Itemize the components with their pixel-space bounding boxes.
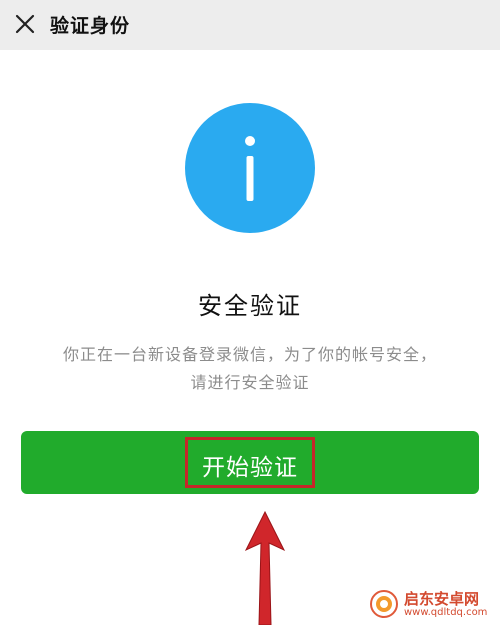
close-icon (15, 14, 35, 34)
description-line-1: 你正在一台新设备登录微信，为了你的帐号安全， (62, 345, 437, 364)
annotation-arrow-icon (244, 510, 286, 625)
watermark: 启东安卓网 www.qdltdq.com (366, 586, 500, 622)
watermark-name: 启东安卓网 (404, 590, 480, 608)
close-button[interactable] (10, 9, 40, 39)
top-bar: 验证身份 (0, 0, 500, 50)
start-verification-label: 开始验证 (202, 455, 298, 481)
watermark-url: www.qdltdq.com (404, 607, 488, 618)
security-title: 安全验证 (198, 292, 302, 320)
description-line-2: 请进行安全验证 (190, 373, 310, 392)
info-icon (185, 103, 315, 233)
start-verification-button[interactable]: 开始验证 (21, 431, 479, 494)
watermark-logo-icon (370, 590, 398, 618)
page-header-title: 验证身份 (50, 15, 131, 37)
